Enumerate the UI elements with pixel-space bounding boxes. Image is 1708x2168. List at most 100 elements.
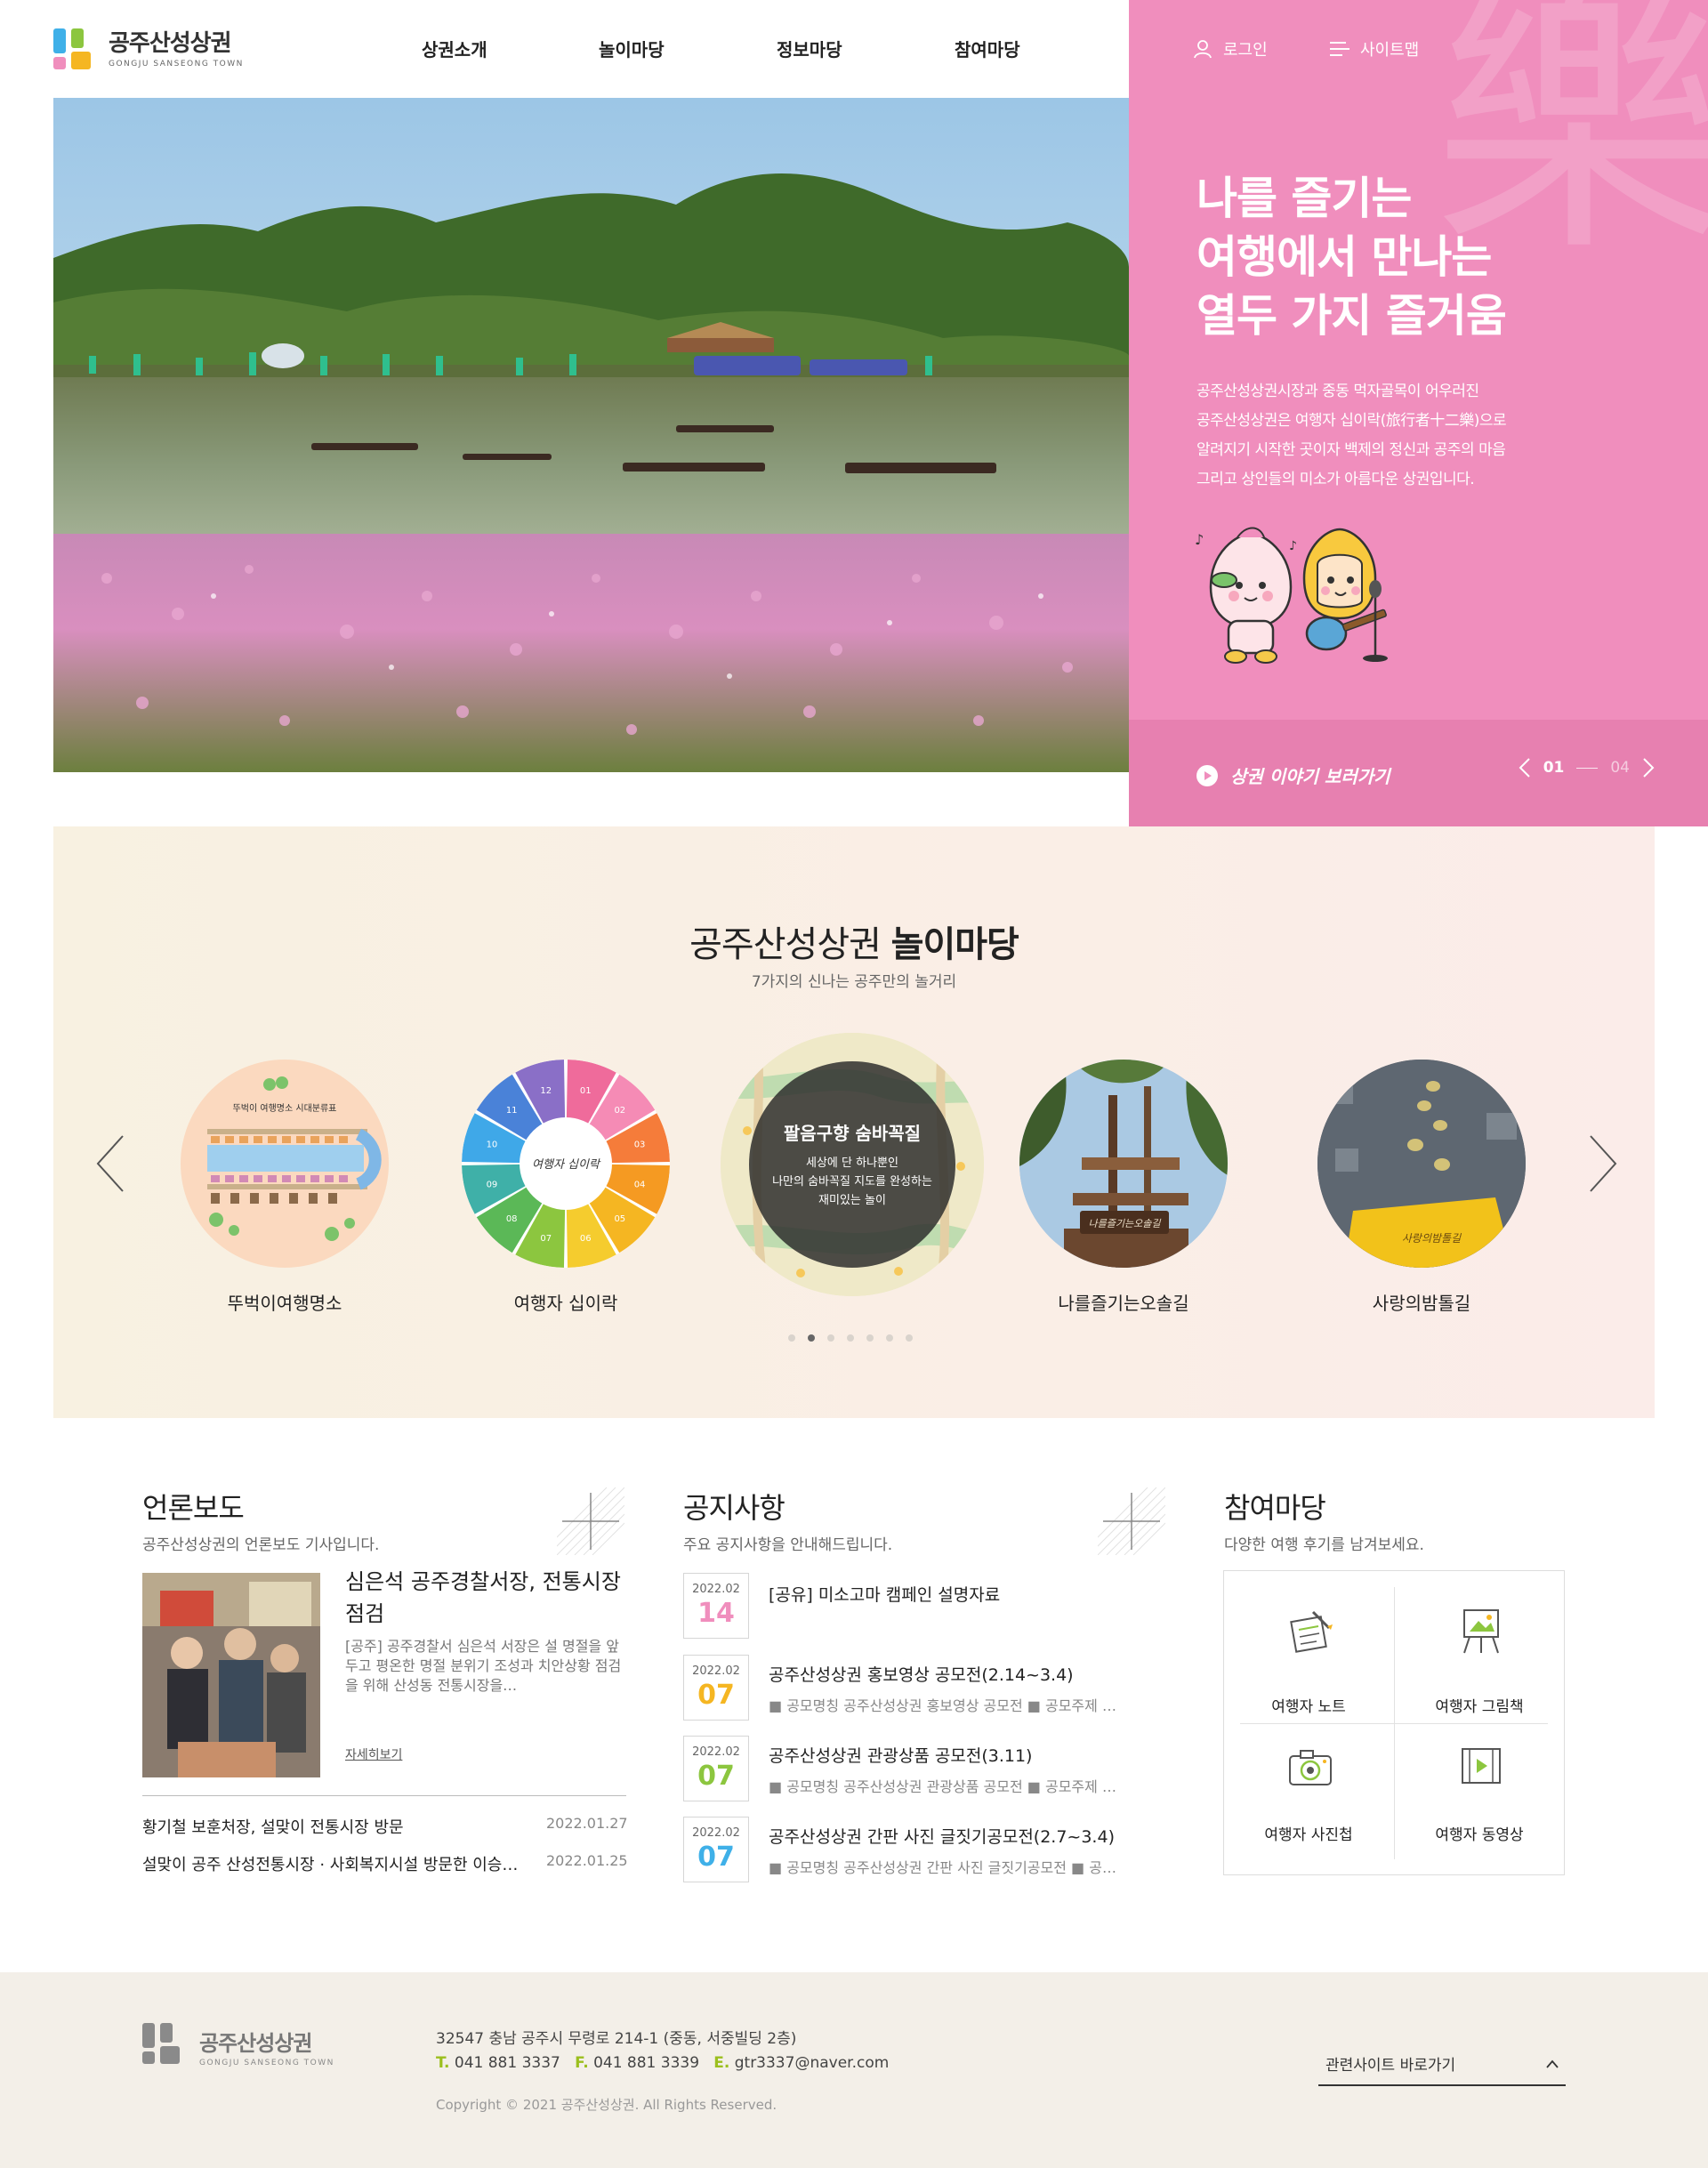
play-item-forest-path[interactable]: 나를즐기는오솔길 <box>1019 1060 1228 1268</box>
participation-grid: 여행자 노트 여행자 그림책 여행자 사진첩 여행자 동영상 <box>1223 1570 1565 1875</box>
notice-item-meta: ■ 공모명칭 공주산성상권 간판 사진 글짓기공모전 ■ 공… <box>769 1859 1116 1876</box>
carousel-dot-active[interactable] <box>808 1334 815 1342</box>
news-more-plus-icon[interactable] <box>557 1487 624 1555</box>
mascot-characters-icon: ♪ ♪ <box>1195 527 1388 664</box>
nav-item-intro[interactable]: 상권소개 <box>422 36 487 61</box>
participation-picturebook[interactable]: 여행자 그림책 <box>1395 1589 1564 1722</box>
play-item-label[interactable]: 뚜벅이여행명소 <box>151 1289 418 1315</box>
news-list-title[interactable]: 황기철 보훈처장, 설맞이 전통시장 방문 <box>142 1815 516 1838</box>
play-section: 공주산성상권 놀이마당 7가지의 신나는 공주만의 놀거리 뚜벅이 여행명소 시… <box>53 826 1655 1418</box>
footer-logo-title: 공주산성상권 <box>199 2031 312 2056</box>
nav-item-info[interactable]: 정보마당 <box>777 36 842 61</box>
play-item-traveler-twelve[interactable]: 01 02 03 04 05 06 07 08 09 10 11 12 여행자 십이락 <box>462 1060 670 1268</box>
pager-divider <box>1576 767 1599 769</box>
participation-photos[interactable]: 여행자 사진첩 <box>1224 1728 1393 1861</box>
nav-item-participation[interactable]: 참여마당 <box>955 36 1020 61</box>
story-link-label: 상권 이야기 보러가기 <box>1230 766 1390 787</box>
carousel-dots <box>788 1334 913 1342</box>
easel-icon <box>1463 1609 1499 1654</box>
pager-total: 04 <box>1610 759 1630 777</box>
play-item-walking-spots[interactable]: 뚜벅이 여행명소 시대분류표 <box>181 1060 389 1268</box>
carousel-dot[interactable] <box>827 1334 834 1342</box>
hero-title: 나를 즐기는 여행에서 만나는 열두 가지 즐거움 <box>1196 169 1606 345</box>
notice-item-title[interactable]: 공주산성상권 간판 사진 글짓기공모전(2.7~3.4) <box>769 1824 1115 1848</box>
logo-mark-icon[interactable] <box>53 28 94 69</box>
play-title-light: 공주산성상권 <box>689 924 882 965</box>
wheel-number: 09 <box>487 1180 498 1189</box>
sitemap-link[interactable]: 사이트맵 <box>1330 37 1419 60</box>
nav-item-play[interactable]: 놀이마당 <box>599 36 665 61</box>
hero-panel: 樂 로그인 사이트맵 나를 즐기는 여행에서 만나는 열두 가지 즐거움 공주산… <box>1129 0 1708 826</box>
hero-description: 공주산성상권시장과 중동 먹자골목이 어우러진 공주산성상권은 여행자 십이락(… <box>1196 377 1615 495</box>
featured-desc-line: 나만의 숨바꼭질 지도를 완성하는 <box>772 1175 932 1189</box>
news-more-link[interactable]: 자세히보기 <box>345 1745 402 1763</box>
notice-item-title[interactable]: [공유] 미소고마 캠페인 설명자료 <box>769 1582 1000 1606</box>
footer-email[interactable]: gtr3337@naver.com <box>735 2054 890 2072</box>
carousel-prev-icon[interactable] <box>93 1132 128 1195</box>
site-logo[interactable]: 공주산성상권 GONGJU SANSEONG TOWN <box>109 25 244 69</box>
featured-title: 팔음구향 숨바꼭질 <box>784 1123 921 1144</box>
news-list-title[interactable]: 설맞이 공주 산성전통시장 · 사회복지시설 방문한 이승… <box>142 1852 534 1875</box>
play-title-bold: 놀이마당 <box>890 924 1019 965</box>
notice-item-title[interactable]: 공주산성상권 홍보영상 공모전(2.14~3.4) <box>769 1662 1074 1686</box>
email-label: E. <box>713 2054 730 2072</box>
note-icon <box>1290 1610 1333 1653</box>
play-item-label[interactable]: 나를즐기는오솔길 <box>990 1289 1257 1315</box>
carousel-dot[interactable] <box>886 1334 893 1342</box>
play-item-label[interactable]: 여행자 십이락 <box>432 1289 699 1315</box>
featured-desc-line: 재미있는 놀이 <box>818 1194 886 1207</box>
svg-text:♪: ♪ <box>1195 531 1204 548</box>
notice-date-badge: 2022.02 07 <box>683 1736 749 1801</box>
carousel-next-icon[interactable] <box>1585 1132 1621 1195</box>
news-feature-title[interactable]: 심은석 공주경찰서장, 전통시장 점검 <box>345 1566 630 1630</box>
play-section-title: 공주산성상권 놀이마당 <box>53 915 1655 967</box>
story-link[interactable]: 상권 이야기 보러가기 <box>1196 762 1390 788</box>
participation-note[interactable]: 여행자 노트 <box>1224 1589 1393 1722</box>
carousel-dot[interactable] <box>847 1334 854 1342</box>
footer-logo-mark-icon <box>142 2023 183 2064</box>
news-feature-photo[interactable] <box>142 1573 320 1777</box>
map-card-label: 뚜벅이 여행명소 시대분류표 <box>233 1103 337 1114</box>
carousel-dot[interactable] <box>788 1334 795 1342</box>
hero-desc-line: 그리고 상인들의 미소가 아름다운 상권입니다. <box>1196 471 1475 488</box>
carousel-dot[interactable] <box>906 1334 913 1342</box>
chestnut-mat-label: 사랑의밤톨길 <box>1402 1232 1462 1245</box>
play-item-chestnut-path[interactable]: 사랑의밤톨길 <box>1317 1060 1526 1268</box>
notice-date-day: 07 <box>697 1761 735 1792</box>
participation-videos[interactable]: 여행자 동영상 <box>1395 1728 1564 1861</box>
next-slide-icon[interactable] <box>1642 757 1655 778</box>
news-list-date: 2022.01.27 <box>546 1815 628 1832</box>
hero-bottom-bar: 상권 이야기 보러가기 01 04 <box>1129 720 1708 826</box>
wheel-number: 08 <box>506 1214 518 1224</box>
wheel-number: 11 <box>506 1106 518 1116</box>
notice-item-title[interactable]: 공주산성상권 관광상품 공모전(3.11) <box>769 1743 1032 1767</box>
news-subtitle: 공주산성상권의 언론보도 기사입니다. <box>142 1536 380 1554</box>
wheel-number: 05 <box>614 1214 625 1224</box>
participation-label: 여행자 노트 <box>1271 1698 1346 1716</box>
hero-desc-line: 공주산성상권시장과 중동 먹자골목이 어우러진 <box>1196 383 1479 400</box>
sitemap-label: 사이트맵 <box>1360 41 1420 60</box>
prev-slide-icon[interactable] <box>1519 757 1531 778</box>
footer-logo: 공주산성상권 GONGJU SANSEONG TOWN <box>199 2026 334 2067</box>
footer-copyright: Copyright © 2021 공주산성상권. All Rights Rese… <box>436 2097 777 2113</box>
tel-label: T. <box>436 2054 450 2072</box>
news-feature-desc: [공주] 공주경찰서 심은석 서장은 설 명절을 앞두고 평온한 명절 분위기 … <box>345 1638 622 1694</box>
wheel-number: 07 <box>540 1234 552 1244</box>
play-item-hide-and-seek[interactable]: 팔음구향 숨바꼭질 세상에 단 하나뿐인 나만의 숨바꼭질 지도를 완성하는 재… <box>721 1033 984 1296</box>
notice-date-day: 07 <box>697 1680 735 1711</box>
pager-current: 01 <box>1543 759 1565 777</box>
related-sites-select[interactable]: 관련사이트 바로가기 <box>1318 2047 1566 2086</box>
participation-label: 여행자 그림책 <box>1435 1698 1524 1716</box>
carousel-dot[interactable] <box>866 1334 874 1342</box>
hero-title-line: 열두 가지 즐거움 <box>1196 290 1507 342</box>
notice-title: 공지사항 <box>683 1491 786 1525</box>
notice-date-day: 14 <box>697 1598 735 1629</box>
notice-more-plus-icon[interactable] <box>1098 1487 1165 1555</box>
chestnut-path-photo: 사랑의밤톨길 <box>1317 1060 1526 1268</box>
login-link[interactable]: 로그인 <box>1193 37 1268 60</box>
play-item-label[interactable]: 사랑의밤톨길 <box>1288 1289 1555 1315</box>
user-icon <box>1194 40 1212 59</box>
menu-icon <box>1330 42 1349 56</box>
footer-fax: 041 881 3339 <box>593 2054 700 2072</box>
notice-date-ym: 2022.02 <box>692 1745 740 1759</box>
